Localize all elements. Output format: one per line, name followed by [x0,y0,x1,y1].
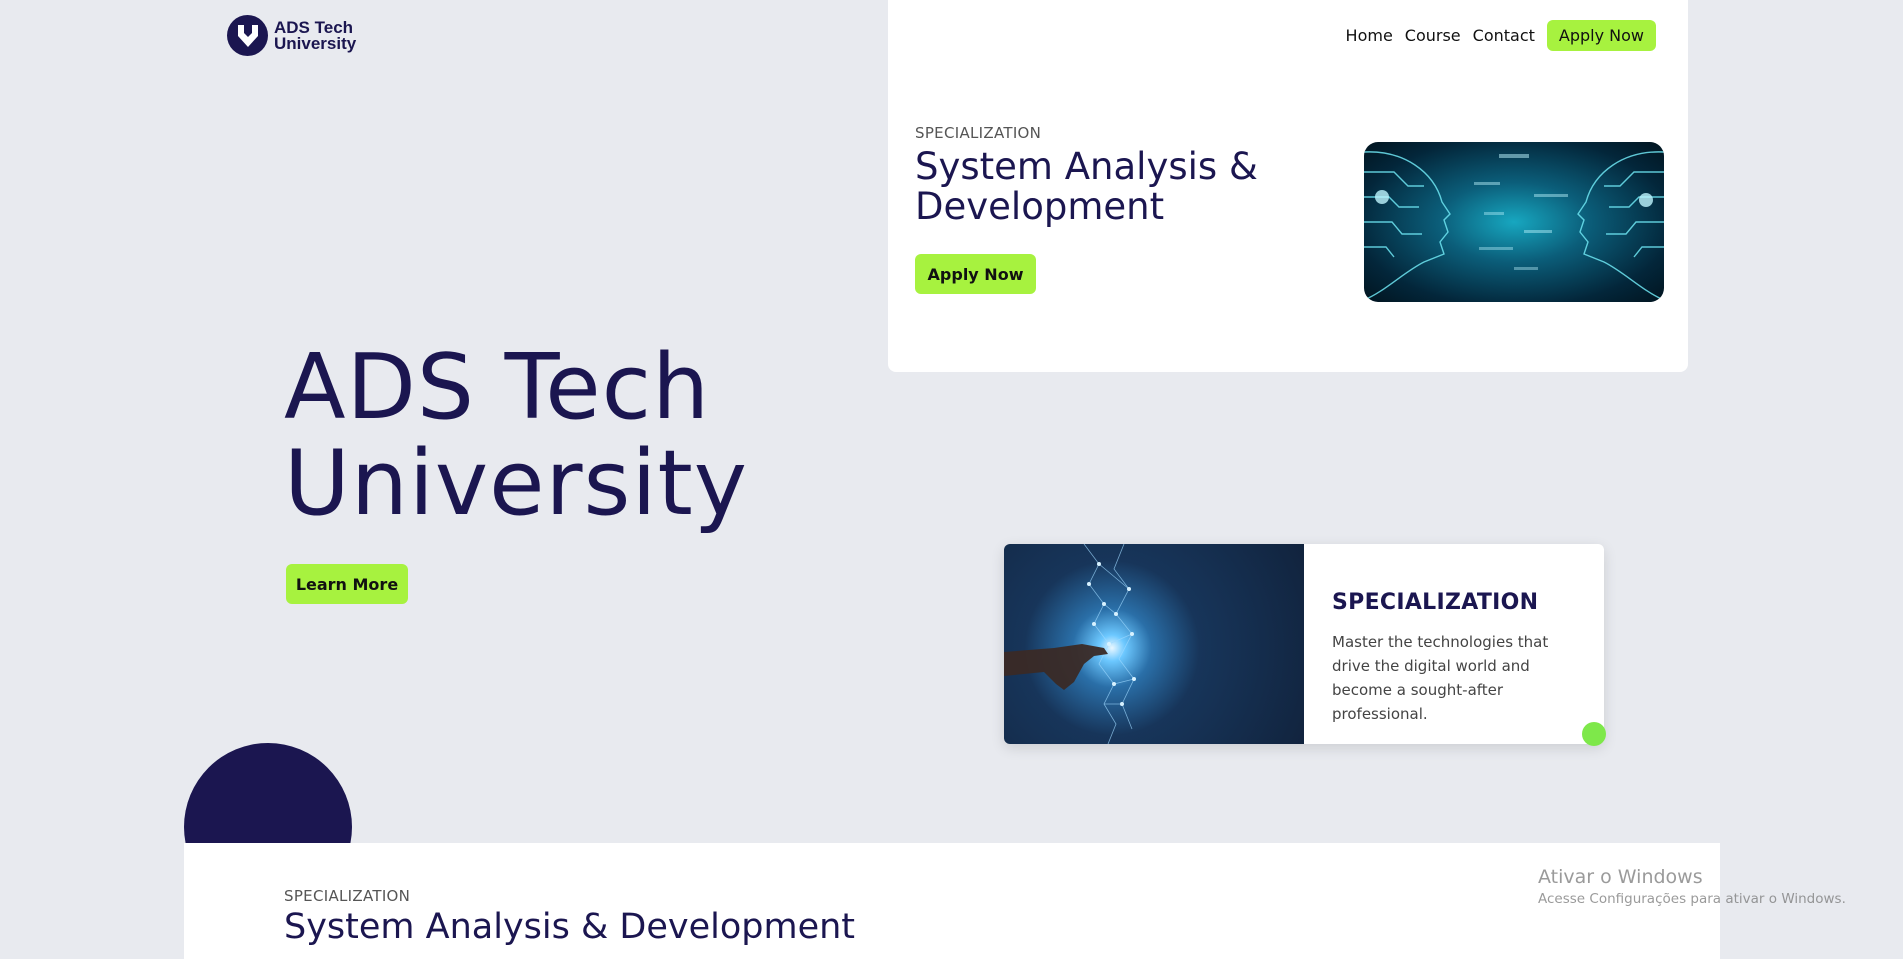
top-card-eyebrow: SPECIALIZATION [915,124,1042,142]
hero-title-line-2: University [284,431,748,536]
nav-home[interactable]: Home [1346,26,1393,45]
hero-title: ADS Tech University [284,340,748,532]
nav-apply-button[interactable]: Apply Now [1546,20,1656,51]
bottom-specialization-section: SPECIALIZATION System Analysis & Develop… [184,843,1720,959]
hero-title-line-1: ADS Tech [284,335,711,440]
logo-shield-icon [227,15,268,56]
feature-card: SPECIALIZATION Master the technologies t… [1004,544,1604,744]
top-card-title: System Analysis & Development [915,147,1315,227]
logo-line-2: University [274,33,357,53]
ai-faces-circuit-image [1364,142,1664,302]
green-accent-dot [1582,722,1606,746]
bottom-title: System Analysis & Development [284,907,856,947]
top-specialization-card: Home Course Contact Apply Now SPECIALIZA… [888,0,1688,372]
page: ADS Tech University Home Course Contact … [184,0,1720,959]
top-card-title-line-2: Development [915,185,1165,228]
hand-network-image [1004,544,1304,744]
main-nav: Home Course Contact Apply Now [1334,20,1656,51]
feature-card-heading: SPECIALIZATION [1332,590,1539,615]
top-card-title-line-1: System Analysis & [915,145,1258,188]
feature-card-text: Master the technologies that drive the d… [1332,633,1549,723]
logo[interactable]: ADS Tech University [227,15,356,56]
logo-text: ADS Tech University [274,19,357,53]
top-card-apply-button[interactable]: Apply Now [915,254,1036,294]
bottom-eyebrow: SPECIALIZATION [284,887,411,905]
nav-course[interactable]: Course [1405,26,1461,45]
windows-watermark-subtitle: Acesse Configurações para ativar o Windo… [1538,891,1846,907]
windows-watermark-title: Ativar o Windows [1538,866,1703,888]
learn-more-button[interactable]: Learn More [286,564,408,604]
nav-contact[interactable]: Contact [1473,26,1535,45]
